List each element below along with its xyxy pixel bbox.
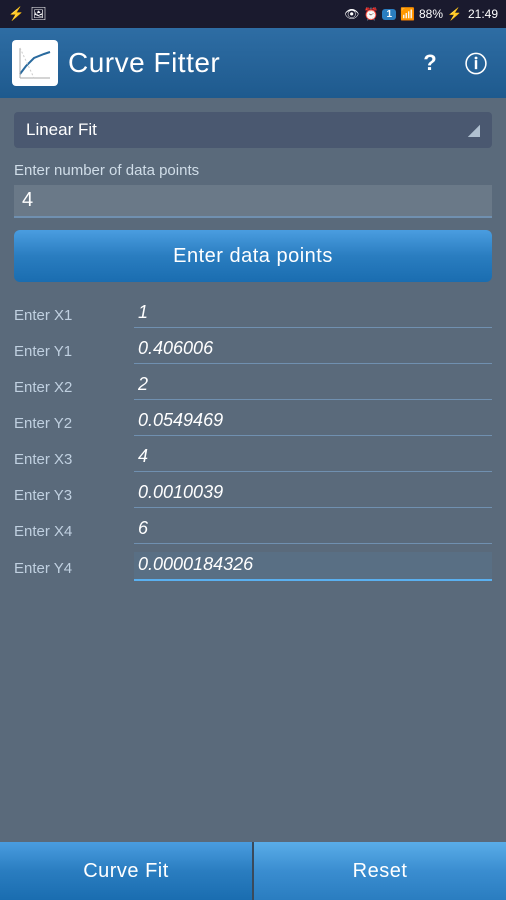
bottom-bar: Curve Fit Reset	[0, 842, 506, 900]
eye-icon: 👁	[344, 7, 359, 21]
dropdown-arrow-icon: ◢	[468, 120, 480, 140]
enter-data-points-button[interactable]: Enter data points	[14, 230, 492, 282]
field-label-0: Enter X1	[14, 307, 134, 328]
field-label-4: Enter X3	[14, 451, 134, 472]
battery-icon: ⚡	[447, 7, 462, 21]
field-label-5: Enter Y3	[14, 487, 134, 508]
info-button[interactable]: ⓘ	[458, 45, 494, 81]
main-content: Linear Fit ◢ Enter number of data points…	[0, 98, 506, 842]
help-button[interactable]: ?	[412, 45, 448, 81]
field-label-6: Enter X4	[14, 523, 134, 544]
field-input-container-4[interactable]	[134, 444, 492, 472]
status-icons-left: ⚡ 🖼	[8, 6, 47, 22]
curve-fit-button[interactable]: Curve Fit	[0, 842, 252, 900]
status-icons-right: 👁 ⏰ 1 📶 88% ⚡ 21:49	[344, 7, 498, 21]
field-input-container-1[interactable]	[134, 336, 492, 364]
field-row: Enter Y3	[14, 480, 492, 510]
field-row: Enter X4	[14, 516, 492, 546]
usb-icon: ⚡	[8, 6, 24, 22]
time-display: 21:49	[468, 7, 498, 21]
field-input-container-6[interactable]	[134, 516, 492, 544]
notification-badge: 1	[382, 9, 396, 20]
field-input-6[interactable]	[138, 518, 488, 539]
num-points-label: Enter number of data points	[14, 162, 492, 179]
fit-type-label: Linear Fit	[26, 120, 97, 140]
field-input-5[interactable]	[138, 482, 488, 503]
field-row: Enter X3	[14, 444, 492, 474]
fit-type-selector[interactable]: Linear Fit ◢	[14, 112, 492, 148]
app-title: Curve Fitter	[68, 47, 402, 79]
field-input-2[interactable]	[138, 374, 488, 395]
num-points-input[interactable]	[22, 189, 484, 212]
app-logo	[12, 40, 58, 86]
logo-icon	[16, 44, 54, 82]
app-header: Curve Fitter ? ⓘ	[0, 28, 506, 98]
field-input-container-5[interactable]	[134, 480, 492, 508]
field-row: Enter Y1	[14, 336, 492, 366]
reset-button[interactable]: Reset	[254, 842, 506, 900]
field-input-3[interactable]	[138, 410, 488, 431]
field-row: Enter X1	[14, 300, 492, 330]
field-row: Enter Y2	[14, 408, 492, 438]
field-label-3: Enter Y2	[14, 415, 134, 436]
field-input-0[interactable]	[138, 302, 488, 323]
num-points-container[interactable]	[14, 185, 492, 218]
field-label-2: Enter X2	[14, 379, 134, 400]
field-input-container-0[interactable]	[134, 300, 492, 328]
image-icon: 🖼	[30, 6, 47, 22]
field-input-4[interactable]	[138, 446, 488, 467]
field-input-container-7[interactable]	[134, 552, 492, 581]
field-label-1: Enter Y1	[14, 343, 134, 364]
field-row: Enter Y4	[14, 552, 492, 583]
field-input-1[interactable]	[138, 338, 488, 359]
data-fields-container: Enter X1 Enter Y1 Enter X2 Enter Y2 Enter X3…	[14, 300, 492, 589]
field-input-7[interactable]	[138, 554, 488, 575]
field-input-container-3[interactable]	[134, 408, 492, 436]
signal-icon: 📶	[400, 7, 415, 21]
status-bar: ⚡ 🖼 👁 ⏰ 1 📶 88% ⚡ 21:49	[0, 0, 506, 28]
field-row: Enter X2	[14, 372, 492, 402]
alarm-icon: ⏰	[364, 7, 379, 21]
field-label-7: Enter Y4	[14, 560, 134, 581]
battery-text: 88%	[419, 7, 443, 21]
field-input-container-2[interactable]	[134, 372, 492, 400]
